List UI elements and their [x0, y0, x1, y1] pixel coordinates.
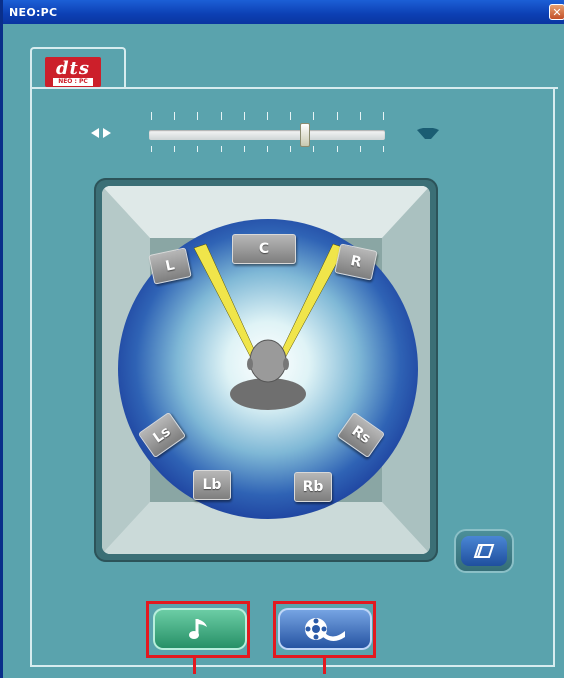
slider-tick [197, 112, 198, 120]
dts-logo: dts NEO : PC [45, 57, 101, 87]
speaker-left-back[interactable]: Lb [193, 470, 231, 500]
slider-thumb[interactable] [300, 123, 310, 147]
speaker-label: Rb [302, 479, 324, 495]
highlight-box-movie [273, 601, 376, 658]
highlight-pointer-movie [323, 658, 326, 674]
title-bar[interactable]: NEO:PC ✕ [3, 0, 564, 24]
slider-tick [313, 146, 314, 152]
slider-tick [383, 112, 384, 120]
close-icon: ✕ [552, 5, 562, 19]
highlight-box-music [146, 601, 250, 658]
slider-tick [221, 112, 222, 120]
slider-tick [290, 146, 291, 152]
window-title: NEO:PC [9, 5, 58, 19]
slider-tick [221, 146, 222, 152]
slider-tick [174, 112, 175, 120]
speaker-label: R [349, 253, 363, 271]
speaker-center[interactable]: C [232, 234, 296, 264]
speaker-label: L [163, 257, 177, 275]
reset-button[interactable] [456, 531, 512, 571]
spread-slider[interactable] [91, 108, 451, 158]
narrow-spread-icon [91, 128, 111, 138]
slider-tick [267, 146, 268, 152]
slider-tick [151, 112, 152, 120]
speaker-label: Rs [348, 422, 374, 448]
highlight-pointer-music [193, 658, 196, 674]
slider-tick [360, 112, 361, 120]
speaker-label: Ls [150, 423, 174, 447]
slider-tick [151, 146, 152, 152]
slider-ticks-top [151, 112, 384, 122]
dts-logo-subtext: NEO : PC [53, 78, 93, 86]
speaker-label: C [258, 241, 270, 257]
eraser-icon [473, 544, 495, 558]
dts-logo-text: dts [55, 58, 91, 79]
slider-tick [174, 146, 175, 152]
app-window: NEO:PC ✕ dts NEO : PC L C R Ls Rs Lb Rb [0, 0, 564, 678]
panel-border [553, 87, 555, 667]
slider-track[interactable] [149, 130, 385, 140]
speaker-label: Lb [202, 477, 222, 493]
slider-tick [290, 112, 291, 120]
slider-tick [197, 146, 198, 152]
slider-tick [337, 146, 338, 152]
slider-ticks-bottom [151, 146, 384, 154]
slider-tick [244, 146, 245, 152]
wide-spread-icon [417, 128, 439, 139]
slider-tick [244, 112, 245, 120]
slider-tick [337, 112, 338, 120]
speaker-right-back[interactable]: Rb [294, 472, 332, 502]
slider-tick [267, 112, 268, 120]
slider-tick [360, 146, 361, 152]
close-button[interactable]: ✕ [549, 4, 564, 20]
tab-dts-neo-pc[interactable]: dts NEO : PC [30, 47, 126, 89]
slider-tick [313, 112, 314, 120]
slider-tick [383, 146, 384, 152]
panel-border [30, 665, 555, 667]
